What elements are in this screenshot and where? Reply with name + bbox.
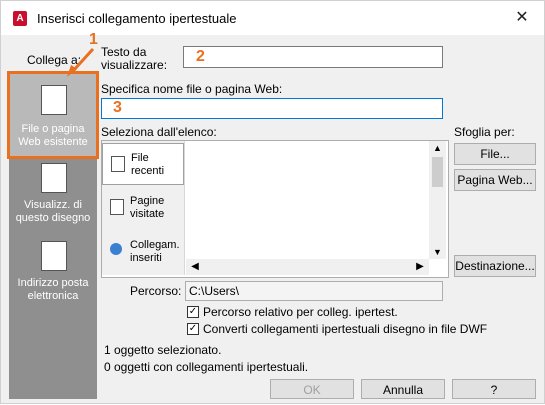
callout-arrow — [67, 47, 95, 77]
callout-3: 3 — [113, 99, 122, 116]
hyperlink-dialog: A Inserisci collegamento ipertestuale ✕ … — [0, 0, 545, 404]
callout-2: 2 — [196, 48, 205, 65]
